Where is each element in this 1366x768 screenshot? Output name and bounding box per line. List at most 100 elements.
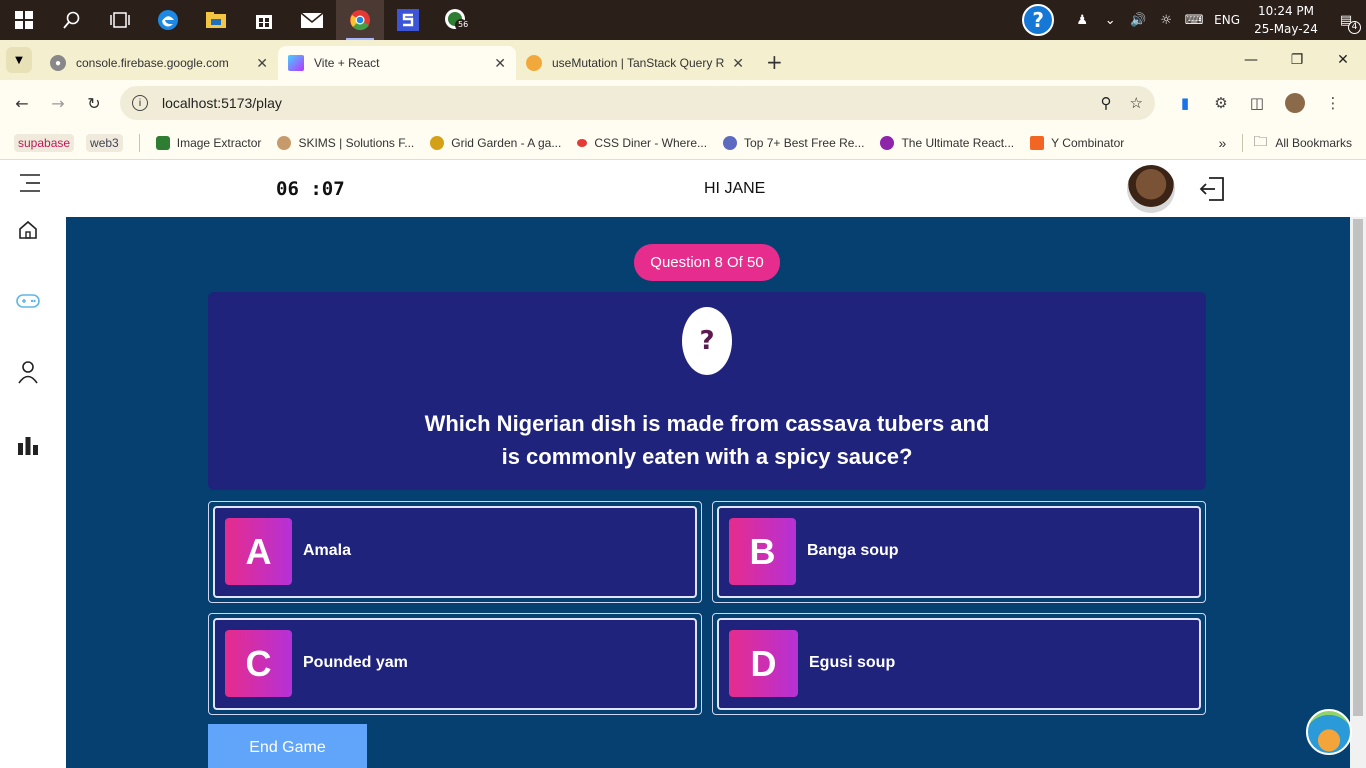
close-window-icon[interactable]: ✕ [1320, 52, 1366, 68]
option-inner: B Banga soup [717, 506, 1201, 598]
chrome-icon[interactable] [336, 0, 384, 40]
option-label: Amala [303, 542, 352, 559]
more-menu-icon[interactable]: ⋮ [1315, 94, 1351, 112]
logout-icon[interactable] [1199, 176, 1225, 202]
option-letter: A [225, 518, 292, 585]
bookmark-supabase[interactable]: supabase [14, 133, 75, 152]
answer-option-d[interactable]: D Egusi soup [712, 613, 1206, 715]
close-tab-icon[interactable]: ✕ [732, 55, 744, 72]
question-mark-icon: ? [682, 307, 732, 375]
bookmark-label: Grid Garden - A ga... [451, 135, 562, 150]
edge-browser-icon[interactable] [144, 0, 192, 40]
all-bookmarks[interactable]: 🗀 All Bookmarks [1253, 131, 1352, 155]
minimize-icon[interactable]: — [1228, 52, 1274, 68]
user-icon[interactable] [16, 360, 40, 384]
whatsapp-icon[interactable]: 56 [432, 0, 480, 40]
people-icon[interactable]: ♟ [1068, 13, 1096, 28]
skims-icon [277, 135, 292, 150]
store-icon[interactable] [240, 0, 288, 40]
vite-icon [288, 55, 304, 71]
image-extractor-icon [155, 135, 170, 150]
help-icon[interactable]: ? [1022, 4, 1055, 36]
y-combinator-icon [1030, 135, 1045, 150]
bookmark-image-extractor[interactable]: Image Extractor [155, 135, 262, 150]
notifications-icon[interactable]: ▤ 4 [1326, 13, 1366, 34]
extensions-puzzle-icon[interactable]: ◫ [1239, 94, 1275, 112]
avatar[interactable] [1127, 165, 1175, 213]
answer-option-a[interactable]: A Amala [208, 501, 702, 603]
bookmark-label: SKIMS | Solutions F... [298, 135, 415, 150]
forward-arrow-icon[interactable]: → [40, 94, 76, 113]
more-bookmarks-chevron-icon[interactable]: » [1219, 135, 1227, 151]
leaderboard-chart-icon[interactable] [16, 433, 40, 457]
bookmark-label: Image Extractor [176, 135, 262, 150]
question-card: ? Which Nigerian dish is made from cassa… [208, 292, 1206, 490]
end-game-button[interactable]: End Game [208, 724, 367, 768]
tab-search-chevron-icon[interactable]: ▼ [6, 47, 32, 73]
bookmark-top-7[interactable]: Top 7+ Best Free Re... [723, 135, 864, 150]
tab-firebase[interactable]: ● console.firebase.google.com ✕ [40, 46, 278, 80]
clock-date: 25-May-24 [1254, 22, 1318, 36]
volume-icon[interactable]: 🔊 [1124, 13, 1152, 28]
extension-blue-icon[interactable]: ▮ [1167, 94, 1203, 112]
globe-icon: ● [50, 55, 66, 71]
css-diner-icon [577, 138, 588, 147]
bug-icon[interactable]: ⚙ [1203, 94, 1239, 112]
bookmark-skims[interactable]: SKIMS | Solutions F... [277, 135, 415, 150]
bookmark-grid-garden[interactable]: Grid Garden - A ga... [430, 135, 562, 150]
password-key-icon[interactable]: ⚲ [1101, 94, 1112, 112]
answer-option-b[interactable]: B Banga soup [712, 501, 1206, 603]
tab-title: Vite + React [314, 56, 380, 70]
task-view-icon[interactable] [96, 0, 144, 40]
mail-icon[interactable] [288, 0, 336, 40]
menu-icon[interactable] [18, 171, 42, 195]
question-line: is commonly eaten with a spicy sauce? [501, 444, 913, 469]
file-explorer-icon[interactable] [192, 0, 240, 40]
restore-icon[interactable]: ❐ [1274, 52, 1320, 68]
tab-tanstack[interactable]: useMutation | TanStack Query R ✕ [516, 46, 754, 80]
scrollbar-thumb[interactable] [1353, 219, 1363, 716]
tanstack-icon [526, 55, 542, 71]
windows-start-icon[interactable] [0, 0, 48, 40]
keyboard-icon[interactable]: ⌨ [1180, 13, 1208, 28]
language-indicator[interactable]: ENG [1214, 13, 1240, 27]
floating-extension-icon[interactable] [1306, 709, 1352, 755]
browser-tab-strip: ▼ ● console.firebase.google.com ✕ Vite +… [0, 40, 1366, 80]
browser-toolbar: ← → ↻ i localhost:5173/play ⚲ ☆ ▮ ⚙ ◫ ⋮ [0, 80, 1366, 126]
back-arrow-icon[interactable]: ← [4, 94, 40, 113]
new-tab-plus-icon[interactable]: + [766, 50, 783, 74]
url-text[interactable]: localhost:5173/play [162, 95, 1083, 111]
reload-icon[interactable]: ↻ [76, 94, 112, 113]
bookmark-css-diner[interactable]: CSS Diner - Where... [577, 136, 707, 150]
address-bar[interactable]: i localhost:5173/play ⚲ ☆ [120, 86, 1155, 120]
option-inner: D Egusi soup [717, 618, 1201, 710]
all-bookmarks-label: All Bookmarks [1275, 135, 1352, 150]
app-header: 06 :07 HI JANE [66, 160, 1350, 217]
close-tab-icon[interactable]: ✕ [256, 55, 268, 72]
profile-avatar[interactable] [1285, 93, 1305, 113]
tab-vite-react[interactable]: Vite + React ✕ [278, 46, 516, 80]
clock-time: 10:24 PM [1258, 4, 1314, 18]
clock[interactable]: 10:24 PM 25-May-24 [1246, 2, 1326, 38]
bookmark-ultimate-react[interactable]: The Ultimate React... [880, 135, 1014, 150]
site-info-icon[interactable]: i [132, 95, 148, 111]
grid-garden-icon [430, 135, 445, 150]
question-line: Which Nigerian dish is made from cassava… [424, 411, 990, 436]
bookmark-separator [138, 133, 140, 152]
chevron-up-icon[interactable]: ⌄ [1096, 13, 1124, 28]
app-sidebar [0, 160, 66, 768]
home-icon[interactable] [16, 218, 40, 242]
ultimate-react-icon [880, 135, 895, 150]
wifi-icon[interactable]: ☼ [1152, 13, 1180, 28]
bookmark-star-icon[interactable]: ☆ [1130, 94, 1143, 112]
bookmark-y-combinator[interactable]: Y Combinator [1030, 135, 1124, 150]
bookmark-web3[interactable]: web3 [86, 133, 123, 152]
search-icon[interactable] [48, 0, 96, 40]
answer-option-c[interactable]: C Pounded yam [208, 613, 702, 715]
app-s-icon[interactable] [384, 0, 432, 40]
page-scrollbar[interactable] [1350, 217, 1366, 768]
tab-title: console.firebase.google.com [76, 56, 229, 70]
close-tab-icon[interactable]: ✕ [494, 55, 506, 72]
option-label: Pounded yam [303, 654, 408, 671]
gamepad-icon[interactable] [16, 289, 40, 313]
